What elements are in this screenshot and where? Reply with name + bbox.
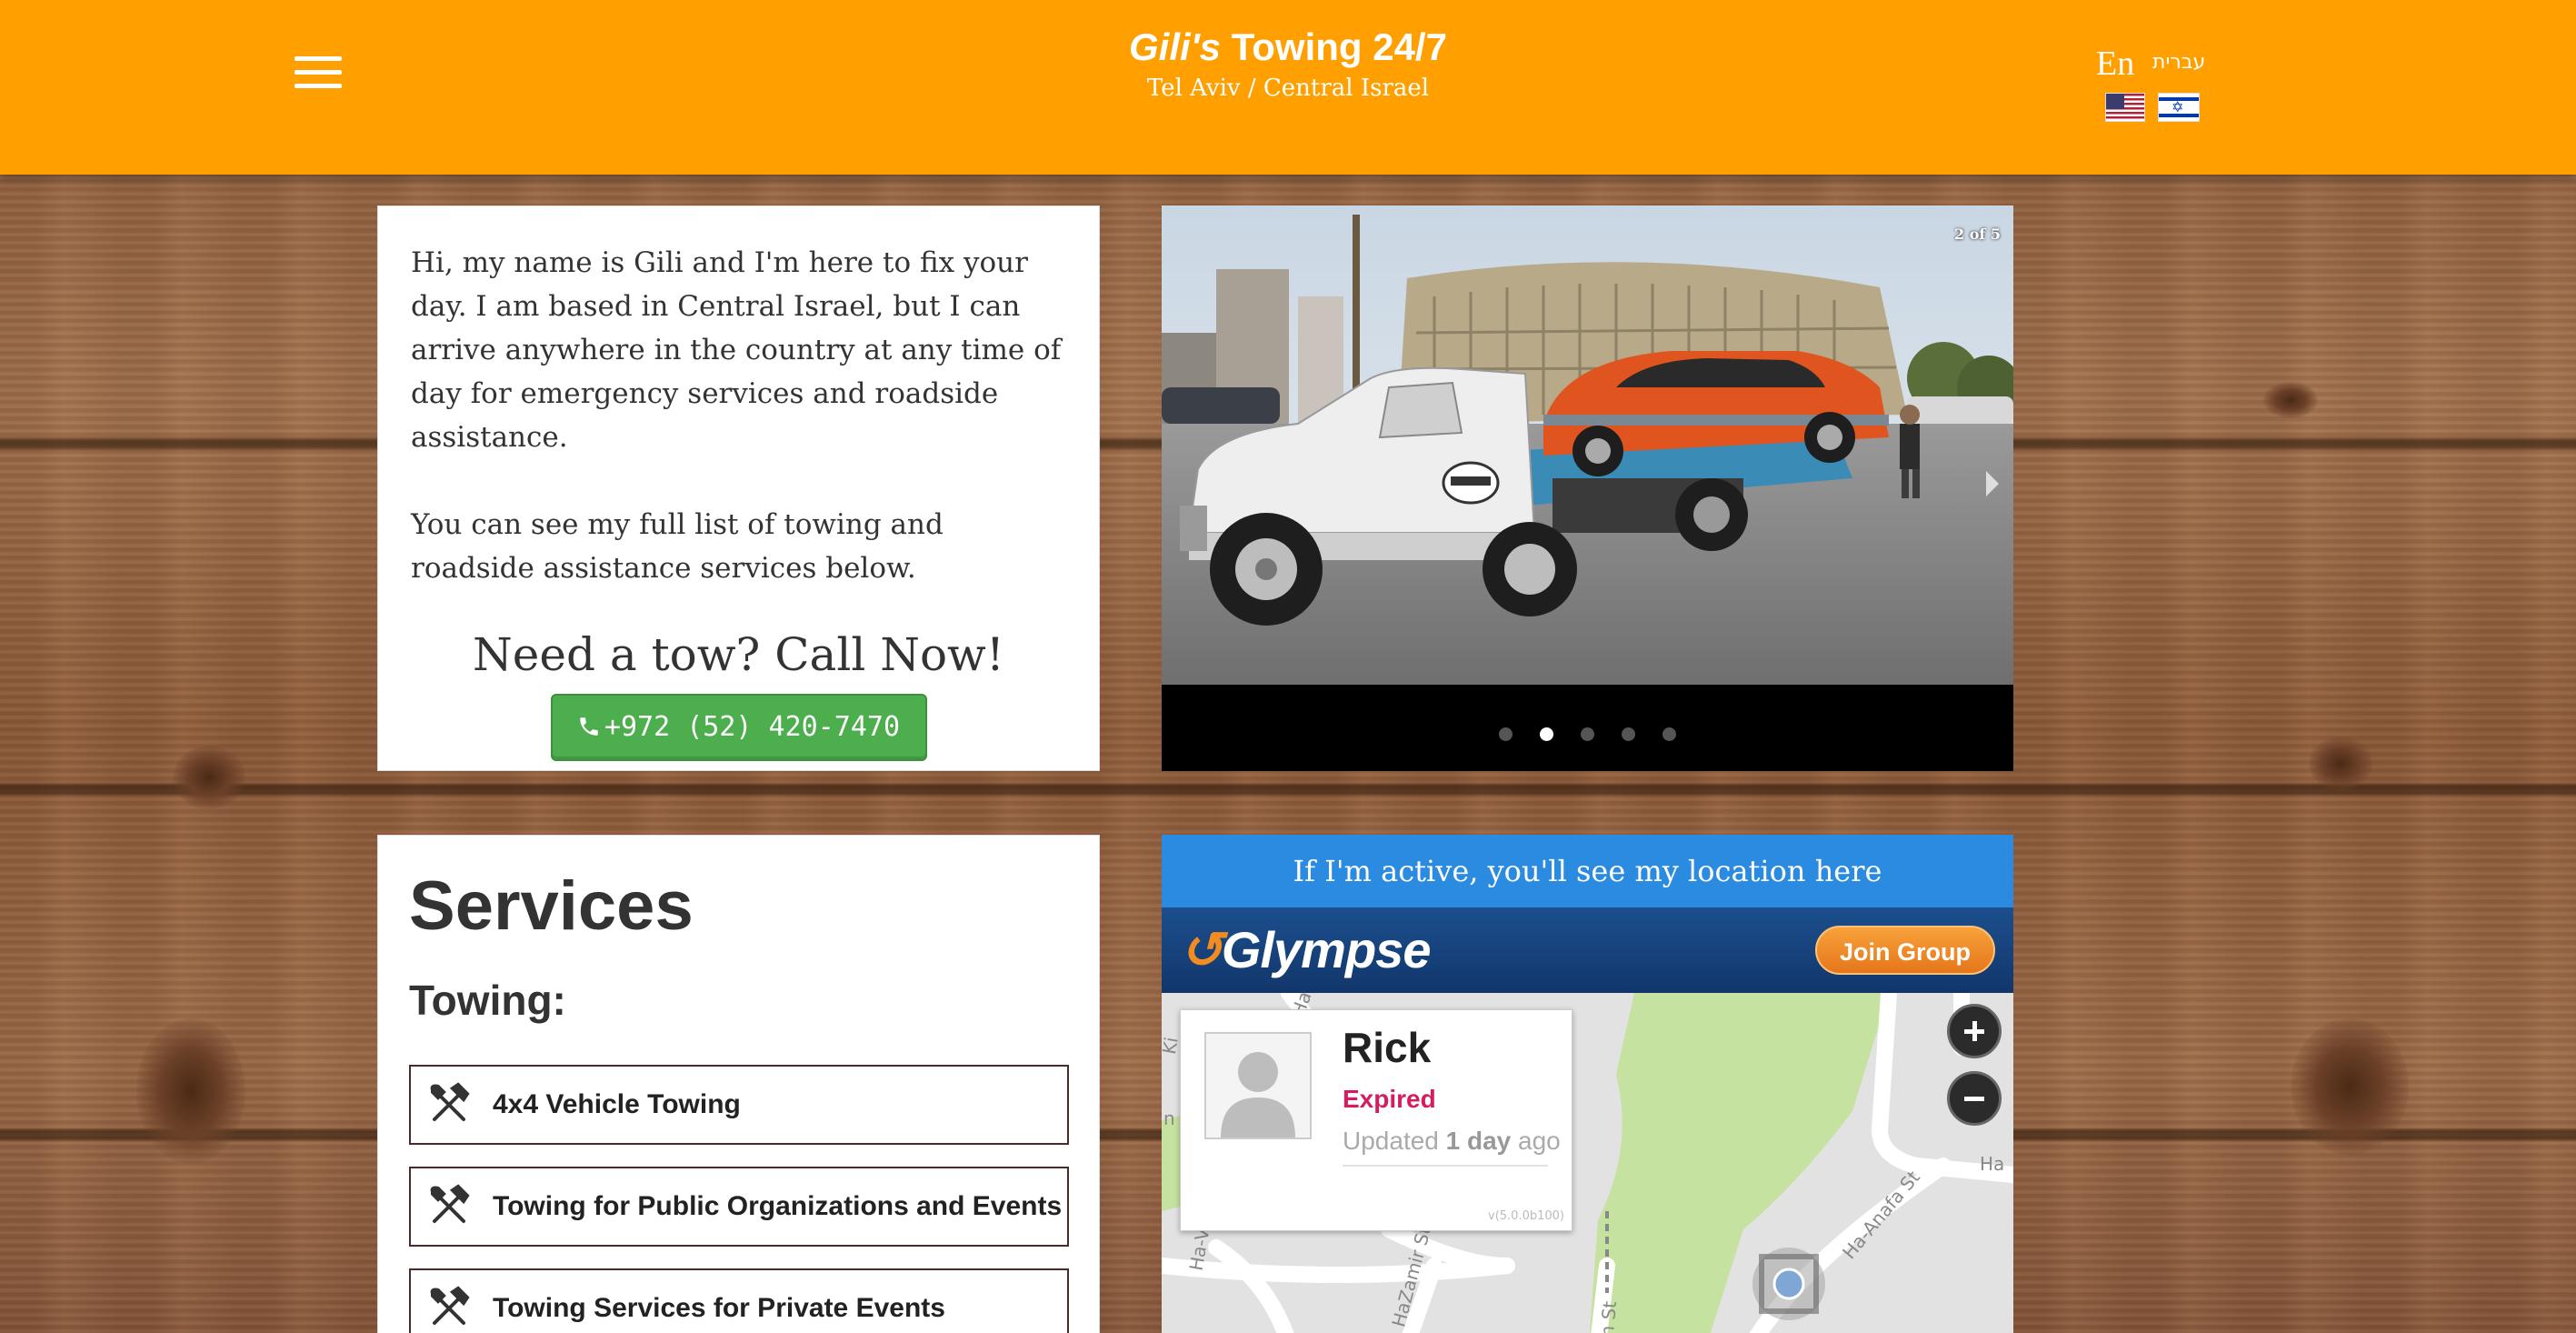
- service-item[interactable]: Towing for Public Organizations and Even…: [409, 1167, 1069, 1247]
- slider-dot[interactable]: [1499, 727, 1513, 741]
- person-icon: [1221, 1052, 1295, 1138]
- site-title-name: Gili's: [1129, 25, 1222, 68]
- site-header: Gili's Towing 24/7 Tel Aviv / Central Is…: [0, 0, 2576, 175]
- services-title: Services: [409, 867, 694, 945]
- wood-knot: [136, 1018, 245, 1164]
- wood-knot: [173, 746, 245, 809]
- slider-dot[interactable]: [1662, 727, 1676, 741]
- language-hebrew-link[interactable]: עברית: [2152, 51, 2205, 74]
- service-label: Towing Services for Private Events: [493, 1293, 945, 1323]
- tools-icon: [430, 1082, 470, 1121]
- zoom-out-button[interactable]: [1947, 1071, 2002, 1126]
- call-button-label: +972 (52) 420-7470: [604, 711, 901, 743]
- slide-counter: 2 of 5: [1954, 226, 2001, 243]
- user-info-card[interactable]: Rick Expired Updated 1 day ago v(5.0.0b1…: [1180, 1009, 1573, 1231]
- street-label: m St: [1595, 1299, 1622, 1333]
- tools-icon: [430, 1184, 470, 1223]
- version-label: v(5.0.0b100): [1488, 1209, 1564, 1223]
- site-title-rest: Towing 24/7: [1221, 25, 1447, 68]
- glympse-bar: ↺Glympse Join Group: [1162, 907, 2013, 993]
- call-heading: Need a tow? Call Now!: [473, 628, 1004, 681]
- location-banner: If I'm active, you'll see my location he…: [1162, 835, 2013, 907]
- status-badge: Expired: [1343, 1085, 1436, 1113]
- join-group-button[interactable]: Join Group: [1815, 926, 1995, 975]
- us-flag-icon[interactable]: [2105, 93, 2145, 122]
- user-name: Rick: [1343, 1024, 1432, 1071]
- wood-knot: [2291, 1018, 2409, 1155]
- service-item[interactable]: 4x4 Vehicle Towing: [409, 1065, 1069, 1145]
- call-button[interactable]: +972 (52) 420-7470: [550, 694, 927, 761]
- slider-dot[interactable]: [1622, 727, 1635, 741]
- service-label: 4x4 Vehicle Towing: [493, 1089, 741, 1119]
- service-item[interactable]: Towing Services for Private Events: [409, 1268, 1069, 1333]
- slider-dots: [1162, 727, 2013, 745]
- intro-paragraph: You can see my full list of towing and r…: [411, 508, 944, 585]
- zoom-in-button[interactable]: [1947, 1004, 2002, 1058]
- intro-card: Hi, my name is Gili and I'm here to fix …: [377, 205, 1100, 771]
- israel-flag-icon[interactable]: ✡: [2158, 93, 2200, 122]
- towing-heading: Towing:: [409, 977, 566, 1024]
- location-panel: If I'm active, you'll see my location he…: [1162, 835, 2013, 1333]
- avatar: [1204, 1032, 1312, 1139]
- slider-dot[interactable]: [1581, 727, 1594, 741]
- tools-icon: [430, 1286, 470, 1325]
- services-card: Services Towing: 4x4 Vehicle Towing Towi…: [377, 835, 1100, 1333]
- intro-paragraph: Hi, my name is Gili and I'm here to fix …: [411, 246, 1062, 454]
- tow-truck-photo: [1162, 205, 2013, 685]
- wood-knot: [2263, 382, 2318, 418]
- language-english-link[interactable]: En: [2096, 44, 2134, 84]
- slider-dot-active[interactable]: [1540, 727, 1553, 741]
- service-label: Towing for Public Organizations and Even…: [493, 1191, 1063, 1221]
- updated-text: Updated 1 day ago: [1343, 1127, 1561, 1155]
- street-label: Ha: [1980, 1153, 2005, 1175]
- next-arrow-icon[interactable]: [1986, 471, 1999, 496]
- map[interactable]: Ha-Anafa St HaZamir St Ha-V Ha Ha m St K…: [1162, 993, 2013, 1333]
- photo-slider[interactable]: 2 of 5: [1162, 205, 2013, 771]
- street-label: n: [1163, 1107, 1175, 1129]
- phone-icon: [580, 717, 598, 736]
- service-list: 4x4 Vehicle Towing Towing for Public Org…: [409, 1065, 1069, 1333]
- glympse-logo[interactable]: ↺Glympse: [1180, 920, 1431, 980]
- wood-knot: [2309, 737, 2372, 791]
- divider: [1343, 1165, 1548, 1167]
